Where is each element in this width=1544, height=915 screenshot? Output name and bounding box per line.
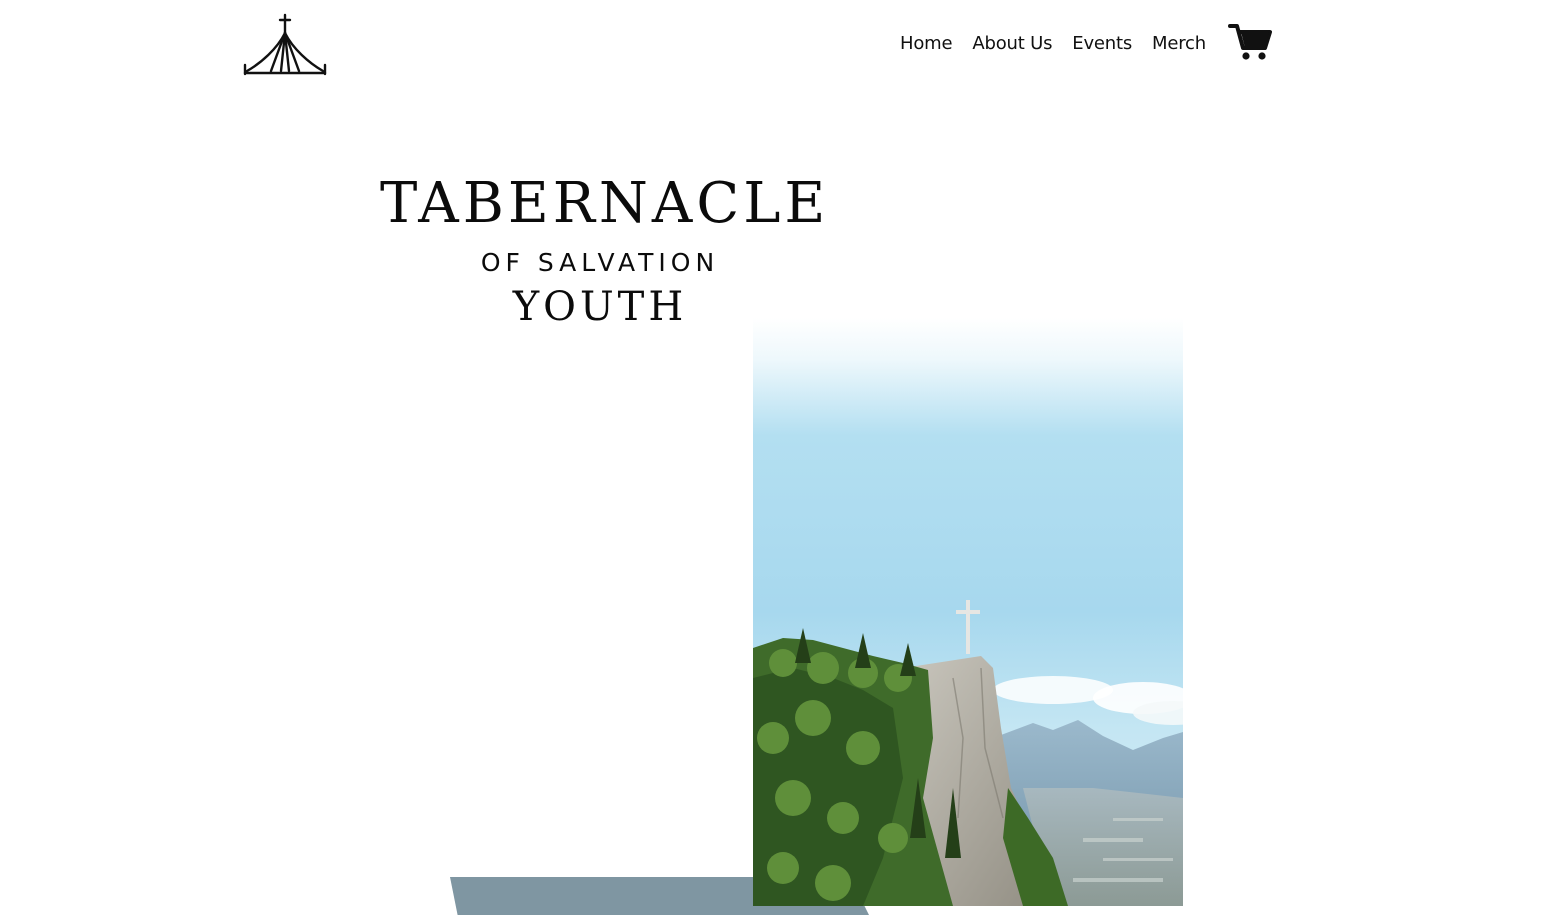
title-tabernacle: TABERNACLE <box>380 171 830 236</box>
shopping-cart-icon[interactable] <box>1228 22 1272 62</box>
nav-merch[interactable]: Merch <box>1142 32 1216 56</box>
title-of-salvation: OF SALVATION <box>480 248 720 277</box>
cross-on-mountain-photo <box>753 318 1183 906</box>
tent-cross-logo-icon[interactable] <box>243 13 327 77</box>
hero-title: TABERNACLE OF SALVATION YOUTH <box>380 170 830 332</box>
nav-about-us[interactable]: About Us <box>962 32 1062 56</box>
page: Home About Us Events Merch TABERNACLE OF… <box>0 0 1544 915</box>
nav-home[interactable]: Home <box>890 32 962 56</box>
main-nav: Home About Us Events Merch <box>890 32 1216 56</box>
nav-events[interactable]: Events <box>1062 32 1142 56</box>
